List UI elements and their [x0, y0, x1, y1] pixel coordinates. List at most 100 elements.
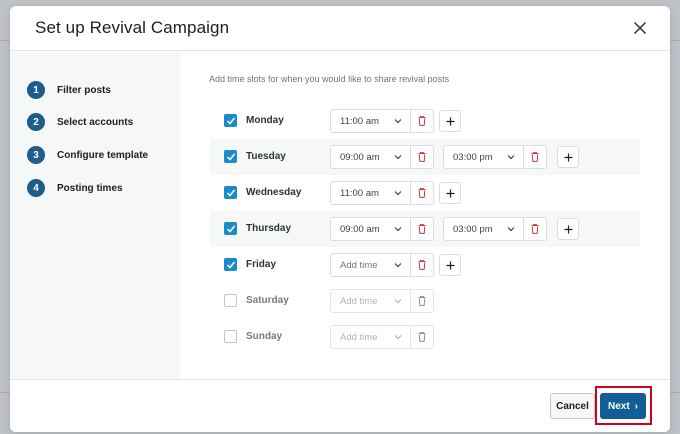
chevron-down-icon	[507, 227, 515, 232]
step-number: 2	[27, 113, 45, 131]
day-checkbox[interactable]	[224, 150, 237, 163]
time-slot: 11:00 am	[330, 109, 434, 133]
chevron-down-icon	[394, 155, 402, 160]
day-label: Wednesday	[246, 187, 302, 198]
plus-icon	[564, 153, 572, 161]
trash-icon	[418, 332, 426, 342]
add-slot-button[interactable]	[439, 110, 461, 132]
time-select[interactable]: 11:00 am	[331, 182, 411, 204]
day-row-sunday: Sunday Add time	[210, 319, 640, 355]
delete-slot-button[interactable]	[524, 218, 546, 240]
plus-icon	[446, 261, 454, 269]
check-icon	[226, 153, 236, 161]
step-label: Configure template	[57, 149, 149, 161]
day-checkbox[interactable]	[224, 222, 237, 235]
day-label: Tuesday	[246, 151, 286, 162]
day-checkbox[interactable]	[224, 114, 237, 127]
time-placeholder: Add time	[340, 260, 378, 271]
add-slot-button[interactable]	[557, 218, 579, 240]
delete-slot-button[interactable]	[411, 146, 433, 168]
day-label: Monday	[246, 115, 284, 126]
time-slot: Add time	[330, 325, 434, 349]
delete-slot-button[interactable]	[411, 182, 433, 204]
time-select[interactable]: 03:00 pm	[444, 218, 524, 240]
trash-icon	[418, 224, 426, 234]
chevron-down-icon	[394, 119, 402, 124]
delete-slot-button	[411, 326, 433, 348]
step-select-accounts[interactable]: 2 Select accounts	[27, 113, 133, 131]
time-slot: 11:00 am	[330, 181, 434, 205]
plus-icon	[564, 225, 572, 233]
add-slot-button[interactable]	[439, 182, 461, 204]
time-select: Add time	[331, 326, 411, 348]
trash-icon	[418, 152, 426, 162]
day-row-friday: Friday Add time	[210, 247, 640, 283]
day-checkbox[interactable]	[224, 294, 237, 307]
time-slot: Add time	[330, 289, 434, 313]
trash-icon	[418, 296, 426, 306]
chevron-down-icon	[394, 227, 402, 232]
time-value: 09:00 am	[340, 152, 380, 163]
step-label: Select accounts	[57, 116, 134, 128]
time-value: 11:00 am	[340, 188, 379, 199]
trash-icon	[531, 224, 539, 234]
chevron-right-icon: ›	[634, 400, 639, 412]
day-checkbox[interactable]	[224, 186, 237, 199]
modal-title: Set up Revival Campaign	[35, 18, 230, 37]
time-select[interactable]: 09:00 am	[331, 218, 411, 240]
step-filter-posts[interactable]: 1 Filter posts	[27, 81, 111, 99]
next-button-label: Next	[607, 400, 630, 412]
step-number: 3	[27, 146, 45, 164]
time-select[interactable]: Add time	[331, 254, 411, 276]
chevron-down-icon	[507, 155, 515, 160]
intro-text: Add time slots for when you would like t…	[209, 74, 450, 84]
time-placeholder: Add time	[340, 332, 378, 343]
check-icon	[226, 117, 236, 125]
time-value: 09:00 am	[340, 224, 380, 235]
revival-campaign-modal: Set up Revival Campaign 1 Filter posts 2…	[10, 6, 670, 432]
day-row-thursday: Thursday 09:00 am 03:00 pm	[210, 211, 640, 247]
plus-icon	[446, 189, 454, 197]
time-slot: 03:00 pm	[443, 145, 547, 169]
delete-slot-button[interactable]	[524, 146, 546, 168]
delete-slot-button[interactable]	[411, 218, 433, 240]
step-posting-times[interactable]: 4 Posting times	[27, 179, 123, 197]
day-checkbox[interactable]	[224, 258, 237, 271]
delete-slot-button[interactable]	[411, 110, 433, 132]
time-select[interactable]: 03:00 pm	[444, 146, 524, 168]
time-select[interactable]: 09:00 am	[331, 146, 411, 168]
day-label: Thursday	[246, 223, 292, 234]
step-label: Posting times	[57, 182, 123, 194]
time-placeholder: Add time	[340, 296, 378, 307]
trash-icon	[418, 260, 426, 270]
check-icon	[226, 225, 236, 233]
day-row-tuesday: Tuesday 09:00 am 03:00 pm	[210, 139, 640, 175]
check-icon	[226, 261, 236, 269]
plus-icon	[446, 117, 454, 125]
cancel-button[interactable]: Cancel	[550, 393, 595, 419]
trash-icon	[531, 152, 539, 162]
trash-icon	[418, 116, 426, 126]
day-label: Saturday	[246, 295, 289, 306]
chevron-down-icon	[394, 335, 402, 340]
add-slot-button[interactable]	[439, 254, 461, 276]
day-checkbox[interactable]	[224, 330, 237, 343]
day-row-monday: Monday 11:00 am	[210, 103, 640, 139]
posting-times-content: Add time slots for when you would like t…	[180, 52, 670, 379]
close-button[interactable]	[628, 16, 652, 40]
delete-slot-button	[411, 290, 433, 312]
day-label: Friday	[246, 259, 277, 270]
check-icon	[226, 189, 236, 197]
time-select[interactable]: 11:00 am	[331, 110, 411, 132]
delete-slot-button[interactable]	[411, 254, 433, 276]
add-slot-button[interactable]	[557, 146, 579, 168]
steps-sidebar: 1 Filter posts 2 Select accounts 3 Confi…	[10, 52, 180, 379]
day-row-wednesday: Wednesday 11:00 am	[210, 175, 640, 211]
time-slot: 09:00 am	[330, 145, 434, 169]
day-row-saturday: Saturday Add time	[210, 283, 640, 319]
time-slot: 03:00 pm	[443, 217, 547, 241]
time-slot: 09:00 am	[330, 217, 434, 241]
next-button[interactable]: Next ›	[600, 393, 646, 419]
day-label: Sunday	[246, 331, 283, 342]
step-configure-template[interactable]: 3 Configure template	[27, 146, 148, 164]
